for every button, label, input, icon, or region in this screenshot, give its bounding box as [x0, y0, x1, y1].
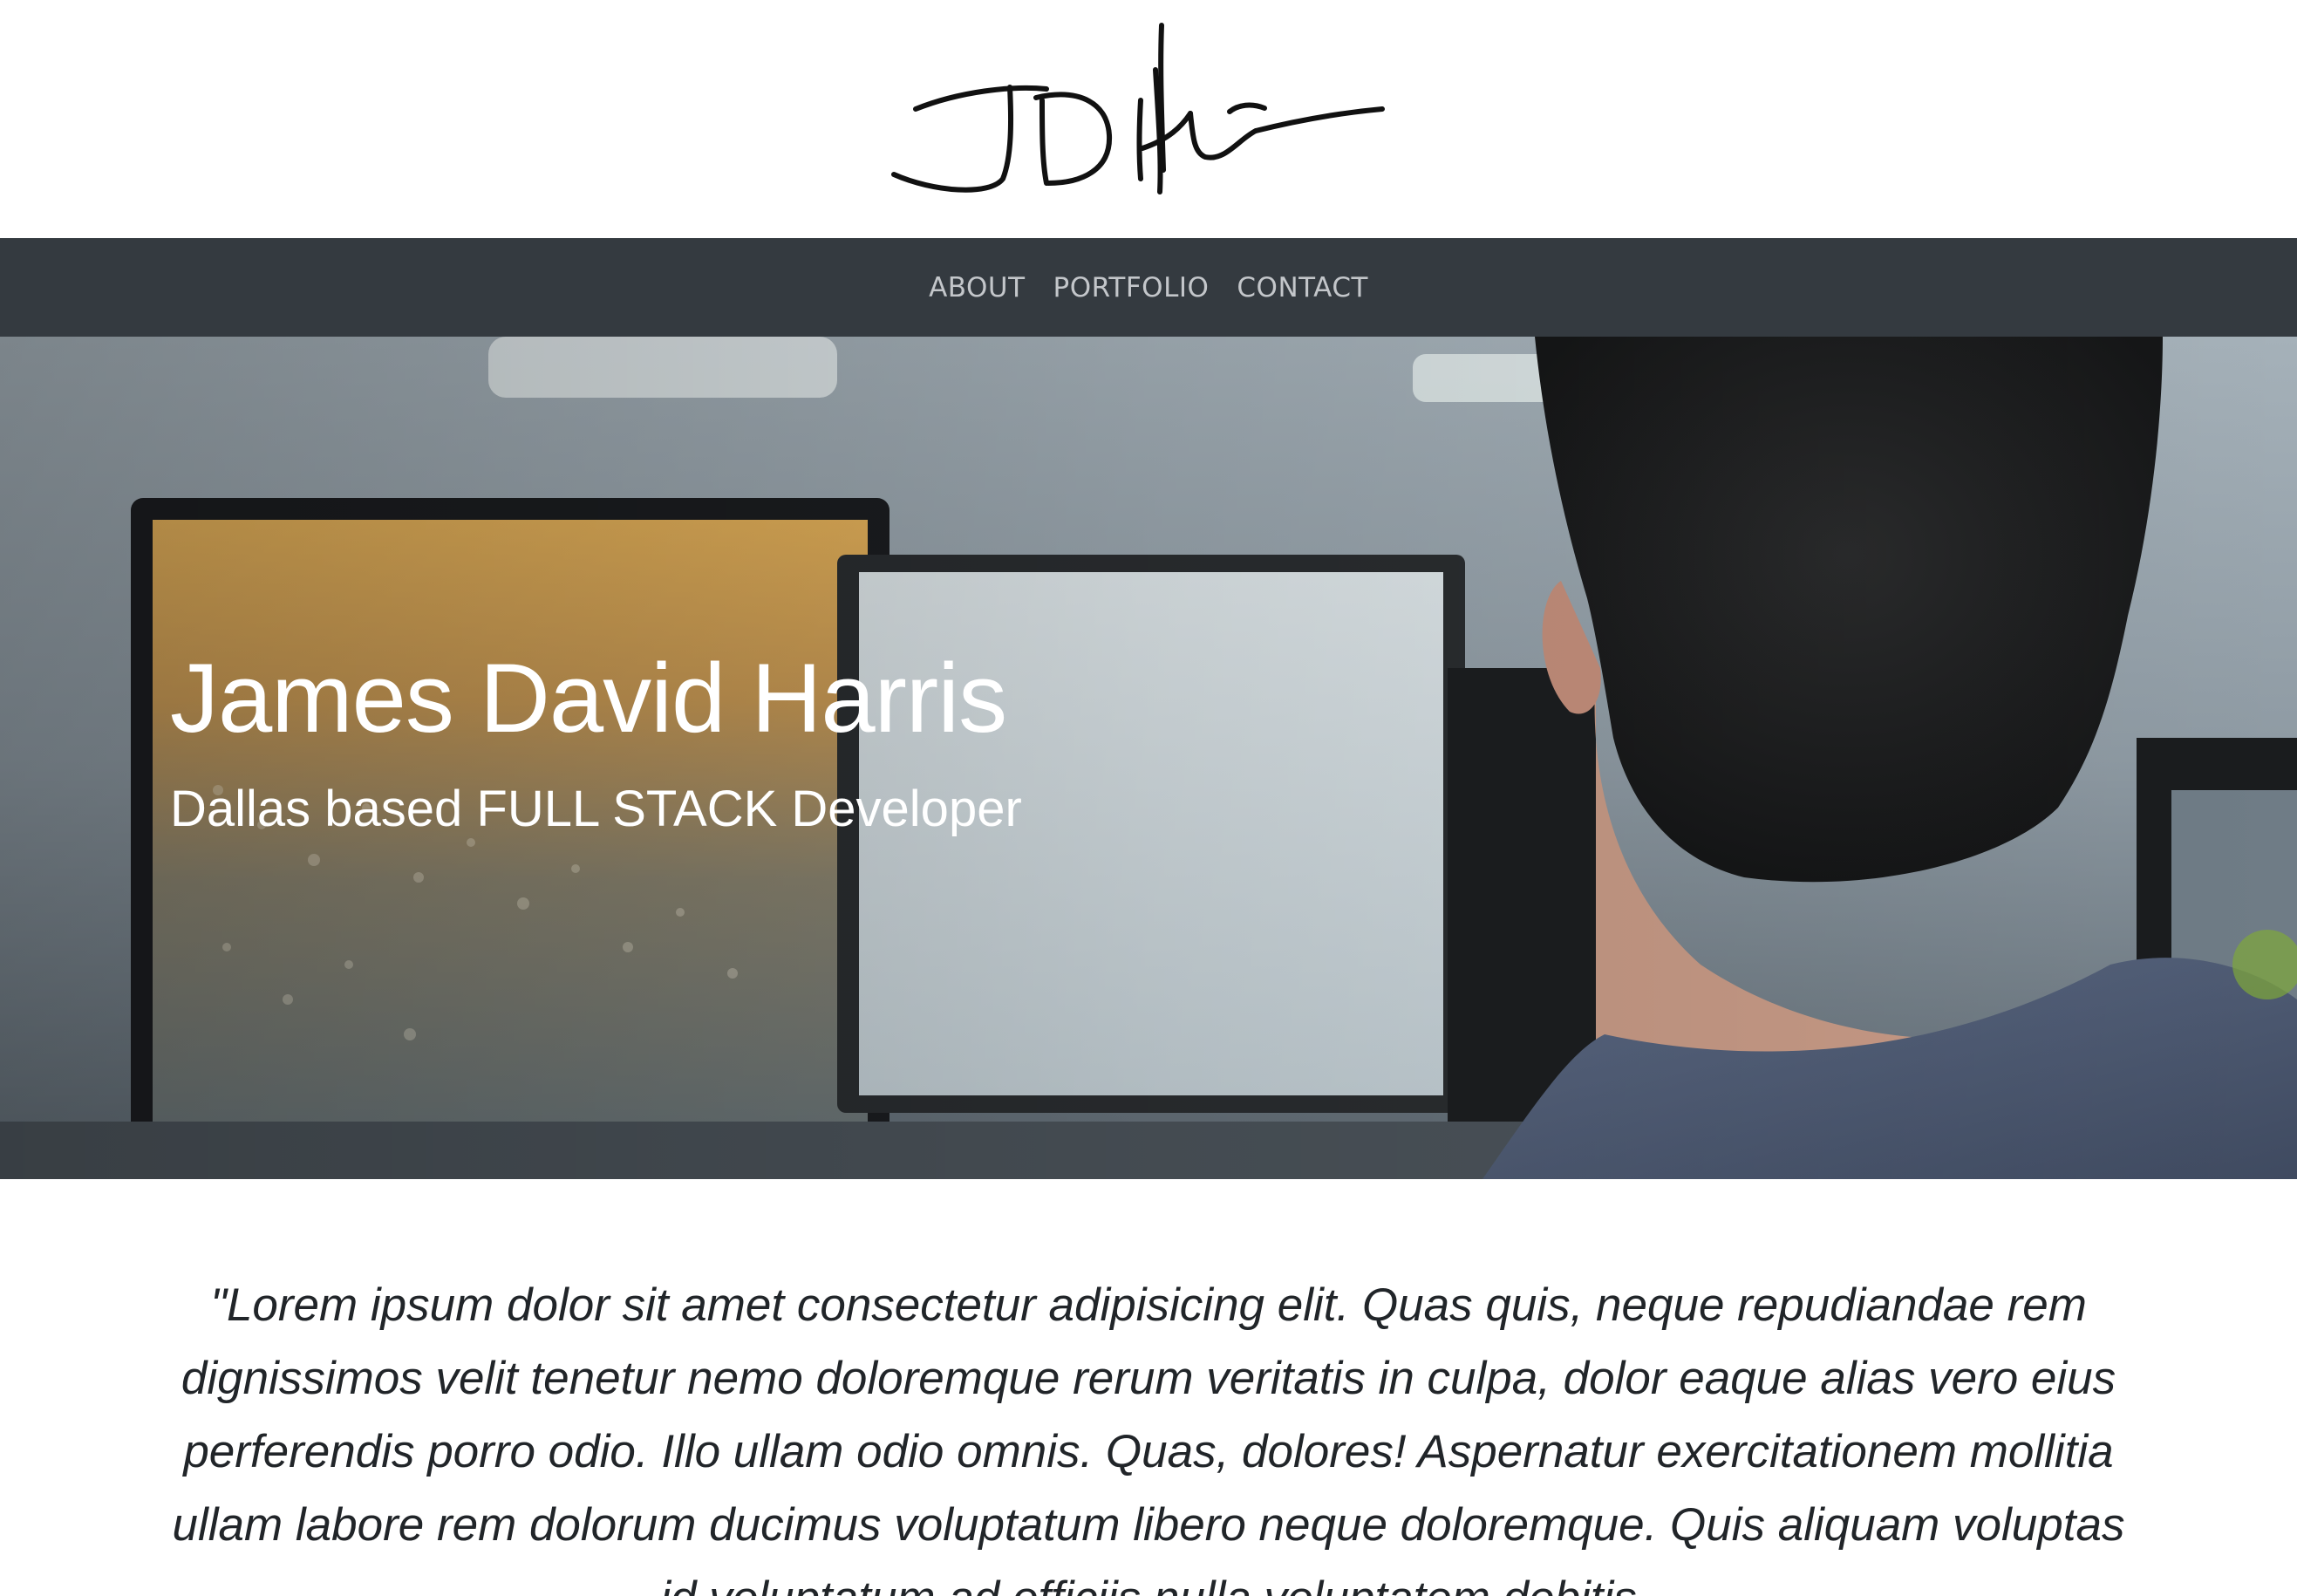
nav-contact-link[interactable]: CONTACT — [1237, 272, 1368, 304]
hero-background-image — [0, 337, 2297, 1179]
nav-about-link[interactable]: ABOUT — [929, 272, 1025, 304]
signature-logo[interactable] — [881, 17, 1395, 209]
intro-quote: "Lorem ipsum dolor sit amet consectetur … — [172, 1279, 2125, 1596]
hero-section: James David Harris Dallas based FULL STA… — [0, 337, 2297, 1179]
main-nav: ABOUT PORTFOLIO CONTACT — [0, 238, 2297, 337]
hero-title: James David Harris — [170, 644, 1007, 753]
hero-subtitle: Dallas based FULL STACK Developer — [170, 781, 1022, 837]
site-header — [0, 0, 2297, 238]
nav-portfolio-link[interactable]: PORTFOLIO — [1053, 272, 1210, 304]
